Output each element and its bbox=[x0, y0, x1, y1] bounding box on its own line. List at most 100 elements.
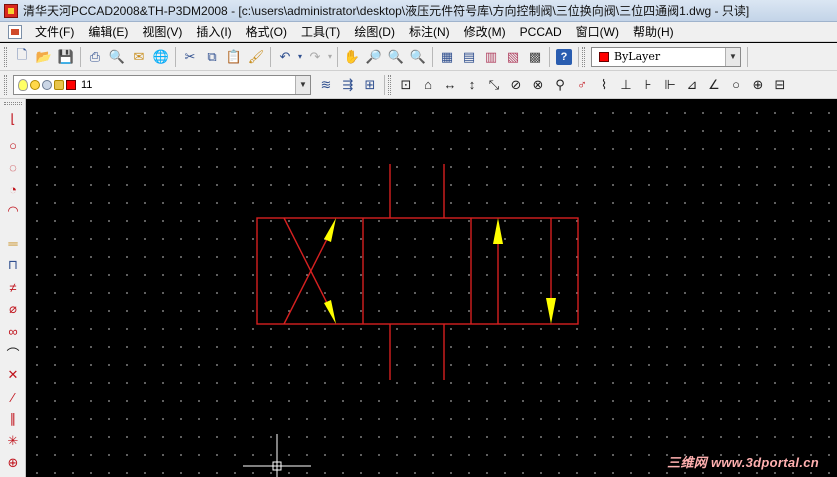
toolbar-grip[interactable] bbox=[388, 74, 391, 95]
dim-diameter-icon[interactable]: ⊗ bbox=[527, 74, 549, 96]
dim-linear-icon[interactable]: ⊡ bbox=[395, 74, 417, 96]
paste-icon[interactable]: 📋 bbox=[223, 46, 245, 68]
zoom-realtime-icon[interactable]: 🔎 bbox=[363, 46, 385, 68]
trim-icon[interactable]: ✕ bbox=[3, 365, 23, 385]
toolbar-separator bbox=[270, 46, 271, 67]
markup-icon[interactable]: ▧ bbox=[502, 46, 524, 68]
extend-icon[interactable]: ⁄ bbox=[3, 387, 23, 407]
toolbar-grip[interactable] bbox=[4, 46, 7, 67]
layer-select[interactable]: 11 ▼ bbox=[13, 74, 311, 95]
properties-icon[interactable]: ▦ bbox=[436, 46, 458, 68]
circle-icon[interactable]: ○ bbox=[3, 135, 23, 155]
dim-tolerance-icon[interactable]: ⊕ bbox=[747, 74, 769, 96]
toolbar-separator bbox=[337, 46, 338, 67]
layer-previous-icon[interactable]: ⇶ bbox=[337, 74, 359, 96]
toolbar-grip[interactable] bbox=[582, 46, 585, 67]
chevron-down-icon[interactable]: ▼ bbox=[725, 47, 740, 66]
color-select[interactable]: ByLayer ▼ bbox=[591, 46, 741, 67]
dim-angular-icon[interactable]: ⤡ bbox=[483, 74, 505, 96]
arrow-head-down-left bbox=[324, 300, 336, 324]
menu-pccad[interactable]: PCCAD bbox=[513, 23, 569, 41]
pan-icon[interactable]: ✋ bbox=[341, 46, 363, 68]
layer-lock-icon bbox=[54, 79, 64, 90]
plot-icon[interactable]: 🌐 bbox=[150, 46, 172, 68]
circle-3p-icon[interactable]: ◌ bbox=[3, 157, 23, 177]
arrow-head-up-left bbox=[324, 218, 336, 242]
toolbar-separator bbox=[384, 74, 385, 95]
zoom-window-icon[interactable]: 🔍 bbox=[385, 46, 407, 68]
tool-palette-icon[interactable]: ▥ bbox=[480, 46, 502, 68]
dim-horizontal-icon[interactable]: ↔ bbox=[439, 74, 461, 96]
zoom-previous-icon[interactable]: 🔍 bbox=[407, 46, 429, 68]
help-icon[interactable]: ? bbox=[556, 48, 572, 65]
toolbar-grip[interactable] bbox=[4, 74, 7, 95]
new-file-icon[interactable]: 🗋 bbox=[11, 46, 33, 68]
dim-arc-icon[interactable]: ♂ bbox=[571, 74, 593, 96]
app-logo-icon bbox=[4, 3, 18, 18]
offset-icon[interactable]: ∞ bbox=[3, 321, 23, 341]
hatch-icon[interactable]: ═ bbox=[3, 233, 23, 253]
menu-bar: 文件(F) 编辑(E) 视图(V) 插入(I) 格式(O) 工具(T) 绘图(D… bbox=[0, 22, 837, 42]
center-mark-icon[interactable]: ⊕ bbox=[3, 453, 23, 473]
dim-ordinate-icon[interactable]: ⚲ bbox=[549, 74, 571, 96]
redo-icon[interactable]: ↷ bbox=[304, 46, 326, 68]
flow-line-cross-2 bbox=[283, 238, 328, 325]
toolbar-grip[interactable] bbox=[4, 102, 22, 105]
layer-states-icon[interactable]: ⊞ bbox=[359, 74, 381, 96]
design-center-icon[interactable]: ▤ bbox=[458, 46, 480, 68]
layer-color-swatch bbox=[66, 79, 76, 90]
menu-file[interactable]: 文件(F) bbox=[28, 23, 81, 41]
menu-edit[interactable]: 编辑(E) bbox=[81, 23, 135, 41]
menu-view[interactable]: 视图(V) bbox=[135, 23, 189, 41]
calculator-icon[interactable]: ▩ bbox=[524, 46, 546, 68]
dim-continue-icon[interactable]: ⊦ bbox=[637, 74, 659, 96]
chamfer-icon[interactable]: ⌀ bbox=[3, 299, 23, 319]
dim-jogged-icon[interactable]: ⌇ bbox=[593, 74, 615, 96]
explode-icon[interactable]: ✳ bbox=[3, 431, 23, 451]
dim-center-icon[interactable]: ○ bbox=[725, 74, 747, 96]
line-icon[interactable]: ⌊ bbox=[3, 109, 23, 129]
menu-format[interactable]: 格式(O) bbox=[239, 23, 294, 41]
fillet-icon[interactable]: ⌒ bbox=[3, 343, 23, 363]
arc-icon[interactable]: ◠ bbox=[3, 201, 23, 221]
menu-help[interactable]: 帮助(H) bbox=[626, 23, 681, 41]
dim-radius-icon[interactable]: ⊘ bbox=[505, 74, 527, 96]
draw-toolbar: ⌊ ○ ◌ ◔ ◠ ═ ⊓ ≠ ⌀ ∞ ⌒ ✕ ⁄ ∥ ✳ ⊕ bbox=[0, 99, 26, 477]
cut-icon[interactable]: ✂ bbox=[179, 46, 201, 68]
dim-baseline-icon[interactable]: ⊥ bbox=[615, 74, 637, 96]
dim-angle-icon[interactable]: ∠ bbox=[703, 74, 725, 96]
copy-icon[interactable]: ⧉ bbox=[201, 46, 223, 68]
dimension-icon[interactable]: ≠ bbox=[3, 277, 23, 297]
crosshair-cursor bbox=[243, 434, 311, 477]
open-file-icon[interactable]: 📂 bbox=[33, 46, 55, 68]
menu-tools[interactable]: 工具(T) bbox=[294, 23, 347, 41]
drawing-canvas[interactable]: 三维网 www.3dportal.cn bbox=[27, 99, 837, 477]
menu-window[interactable]: 窗口(W) bbox=[569, 23, 626, 41]
dim-aligned-icon[interactable]: ⌂ bbox=[417, 74, 439, 96]
menu-insert[interactable]: 插入(I) bbox=[189, 23, 238, 41]
undo-icon[interactable]: ↶ bbox=[274, 46, 296, 68]
break-icon[interactable]: ∥ bbox=[3, 409, 23, 429]
dim-edit-icon[interactable]: ⊟ bbox=[769, 74, 791, 96]
block-icon[interactable]: ⊓ bbox=[3, 255, 23, 275]
undo-dropdown-icon[interactable]: ▾ bbox=[296, 46, 304, 68]
chevron-down-icon[interactable]: ▼ bbox=[295, 75, 310, 94]
document-icon[interactable] bbox=[8, 24, 22, 39]
circle-ttr-icon[interactable]: ◔ bbox=[3, 179, 23, 199]
toolbar-separator bbox=[80, 46, 81, 67]
dim-chain-icon[interactable]: ⊩ bbox=[659, 74, 681, 96]
publish-icon[interactable]: ✉ bbox=[128, 46, 150, 68]
redo-dropdown-icon[interactable]: ▾ bbox=[326, 46, 334, 68]
match-properties-icon[interactable]: 🖌 bbox=[245, 46, 267, 68]
menu-modify[interactable]: 修改(M) bbox=[457, 23, 513, 41]
dim-leader-icon[interactable]: ⊿ bbox=[681, 74, 703, 96]
menu-draw[interactable]: 绘图(D) bbox=[347, 23, 402, 41]
print-icon[interactable]: ⎙ bbox=[84, 46, 106, 68]
dim-vertical-icon[interactable]: ↕ bbox=[461, 74, 483, 96]
drawing-svg bbox=[243, 164, 579, 477]
layer-manager-icon[interactable]: ≋ bbox=[315, 74, 337, 96]
print-preview-icon[interactable]: 🔍 bbox=[106, 46, 128, 68]
valve-body[interactable] bbox=[256, 217, 579, 325]
save-icon[interactable]: 💾 bbox=[55, 46, 77, 68]
menu-dimension[interactable]: 标注(N) bbox=[402, 23, 457, 41]
